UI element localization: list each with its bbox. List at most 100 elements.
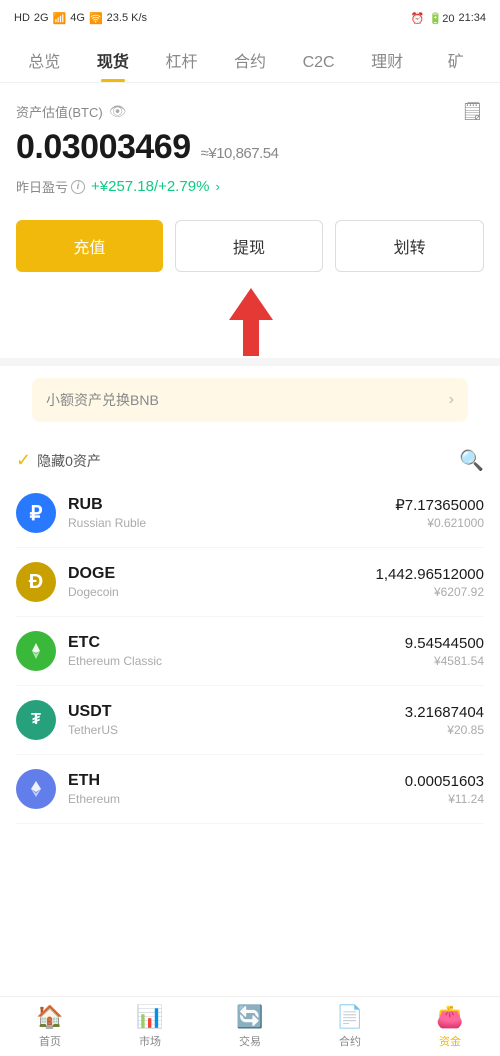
bnb-banner[interactable]: 小额资产兑换BNB › — [32, 378, 468, 422]
coin-amount-rub: ₽7.17365000 — [395, 496, 484, 514]
home-icon: 🏠 — [36, 1004, 63, 1030]
hide-assets-row: ✓ 隐藏0资产 🔍 — [0, 434, 500, 479]
coin-fullname-rub: Russian Ruble — [68, 516, 395, 530]
coin-item-eth[interactable]: ETH Ethereum 0.00051603 ¥11.24 — [16, 755, 484, 824]
coin-balance-etc: 9.54544500 ¥4581.54 — [405, 635, 484, 668]
hide-check-icon[interactable]: ✓ — [16, 450, 31, 471]
coin-fullname-eth: Ethereum — [68, 792, 405, 806]
nav-spot[interactable]: 现货 — [79, 42, 148, 82]
arrow-annotation — [0, 288, 500, 358]
section-divider — [0, 358, 500, 366]
trade-icon: 🔄 — [236, 1004, 263, 1030]
coin-fullname-etc: Ethereum Classic — [68, 654, 405, 668]
coin-cny-rub: ¥0.621000 — [395, 516, 484, 530]
status-2g: 2G — [34, 12, 49, 24]
coin-item-etc[interactable]: ETC Ethereum Classic 9.54544500 ¥4581.54 — [16, 617, 484, 686]
coin-cny-doge: ¥6207.92 — [376, 585, 484, 599]
coin-info-etc: ETC Ethereum Classic — [68, 634, 405, 668]
withdraw-button[interactable]: 提现 — [175, 220, 324, 272]
bottom-nav-contract-label: 合约 — [339, 1033, 361, 1049]
bnb-banner-arrow-icon: › — [449, 391, 454, 409]
bottom-nav: 🏠 首页 📊 市场 🔄 交易 📄 合约 👛 资金 — [0, 996, 500, 1056]
coin-amount-usdt: 3.21687404 — [405, 704, 484, 721]
asset-list: ₽ RUB Russian Ruble ₽7.17365000 ¥0.62100… — [0, 479, 500, 824]
coin-icon-eth — [16, 769, 56, 809]
coin-icon-etc — [16, 631, 56, 671]
asset-btc-row: 0.03003469 ≈¥10,867.54 — [16, 128, 484, 167]
status-right: ⏰ 🔋20 21:34 — [411, 12, 486, 25]
eye-icon[interactable]: 👁 — [109, 103, 127, 120]
bottom-nav-home[interactable]: 🏠 首页 — [0, 997, 100, 1056]
status-4g: 4G — [70, 12, 85, 24]
rub-icon-text: ₽ — [30, 501, 43, 526]
market-icon: 📊 — [136, 1004, 163, 1030]
hide-label: 隐藏0资产 — [37, 451, 101, 471]
coin-name-rub: RUB — [68, 496, 395, 514]
bottom-nav-funds[interactable]: 👛 资金 — [400, 997, 500, 1056]
bottom-nav-market-label: 市场 — [139, 1033, 161, 1049]
coin-cny-usdt: ¥20.85 — [405, 723, 484, 737]
coin-info-rub: RUB Russian Ruble — [68, 496, 395, 530]
bottom-nav-home-label: 首页 — [39, 1033, 61, 1049]
bottom-nav-market[interactable]: 📊 市场 — [100, 997, 200, 1056]
hide-row-left: ✓ 隐藏0资产 — [16, 450, 101, 471]
battery-icon: 🔋20 — [429, 12, 455, 25]
red-arrow-icon — [229, 288, 273, 358]
bottom-nav-contract[interactable]: 📄 合约 — [300, 997, 400, 1056]
transfer-button[interactable]: 划转 — [335, 220, 484, 272]
status-time: 21:34 — [458, 12, 486, 24]
coin-balance-eth: 0.00051603 ¥11.24 — [405, 773, 484, 806]
profit-label: 昨日盈亏 i — [16, 177, 85, 196]
doge-icon-text: Ð — [29, 571, 43, 594]
coin-item-usdt[interactable]: ₮ USDT TetherUS 3.21687404 ¥20.85 — [16, 686, 484, 755]
coin-cny-eth: ¥11.24 — [405, 792, 484, 806]
bnb-banner-text: 小额资产兑换BNB — [46, 390, 159, 410]
coin-info-usdt: USDT TetherUS — [68, 703, 405, 737]
nav-overview[interactable]: 总览 — [10, 42, 79, 82]
coin-name-etc: ETC — [68, 634, 405, 652]
action-row: 充值 提现 划转 — [0, 206, 500, 286]
nav-more[interactable]: 矿 — [421, 42, 490, 82]
nav-futures[interactable]: 合约 — [216, 42, 285, 82]
wifi-icon: 🛜 — [89, 12, 103, 25]
asset-label-row: 资产估值(BTC) 👁 🗒 — [16, 101, 484, 122]
status-speed: 23.5 K/s — [107, 12, 147, 24]
status-bar: HD 2G 📶 4G 🛜 23.5 K/s ⏰ 🔋20 21:34 — [0, 0, 500, 36]
status-hd: HD — [14, 12, 30, 24]
coin-fullname-usdt: TetherUS — [68, 723, 405, 737]
coin-info-eth: ETH Ethereum — [68, 772, 405, 806]
coin-amount-eth: 0.00051603 — [405, 773, 484, 790]
etc-svg-icon — [26, 641, 46, 661]
profit-arrow-icon: › — [215, 179, 219, 194]
profit-value: +¥257.18/+2.79% — [91, 178, 209, 195]
coin-balance-doge: 1,442.96512000 ¥6207.92 — [376, 566, 484, 599]
asset-label-text: 资产估值(BTC) — [16, 102, 103, 121]
coin-icon-doge: Ð — [16, 562, 56, 602]
coin-icon-rub: ₽ — [16, 493, 56, 533]
asset-btc-value: 0.03003469 — [16, 128, 191, 167]
nav-c2c[interactable]: C2C — [284, 48, 353, 82]
nav-finance[interactable]: 理财 — [353, 42, 422, 82]
coin-info-doge: DOGE Dogecoin — [68, 565, 376, 599]
coin-item-rub[interactable]: ₽ RUB Russian Ruble ₽7.17365000 ¥0.62100… — [16, 479, 484, 548]
top-nav: 总览 现货 杠杆 合约 C2C 理财 矿 — [0, 36, 500, 83]
coin-item-doge[interactable]: Ð DOGE Dogecoin 1,442.96512000 ¥6207.92 — [16, 548, 484, 617]
bottom-spacer — [0, 824, 500, 894]
bottom-nav-trade-label: 交易 — [239, 1033, 261, 1049]
search-icon[interactable]: 🔍 — [459, 448, 484, 473]
receipt-icon[interactable]: 🗒 — [461, 101, 484, 122]
asset-section: 资产估值(BTC) 👁 🗒 0.03003469 ≈¥10,867.54 昨日盈… — [0, 83, 500, 206]
coin-name-usdt: USDT — [68, 703, 405, 721]
eth-svg-icon — [26, 779, 46, 799]
charge-button[interactable]: 充值 — [16, 220, 163, 272]
bottom-nav-trade[interactable]: 🔄 交易 — [200, 997, 300, 1056]
status-signal: 📶 — [53, 12, 67, 25]
funds-icon: 👛 — [436, 1004, 463, 1030]
nav-leverage[interactable]: 杠杆 — [147, 42, 216, 82]
coin-name-eth: ETH — [68, 772, 405, 790]
alarm-icon: ⏰ — [411, 12, 425, 25]
profit-row: 昨日盈亏 i +¥257.18/+2.79% › — [16, 177, 484, 196]
coin-cny-etc: ¥4581.54 — [405, 654, 484, 668]
coin-icon-usdt: ₮ — [16, 700, 56, 740]
coin-amount-doge: 1,442.96512000 — [376, 566, 484, 583]
